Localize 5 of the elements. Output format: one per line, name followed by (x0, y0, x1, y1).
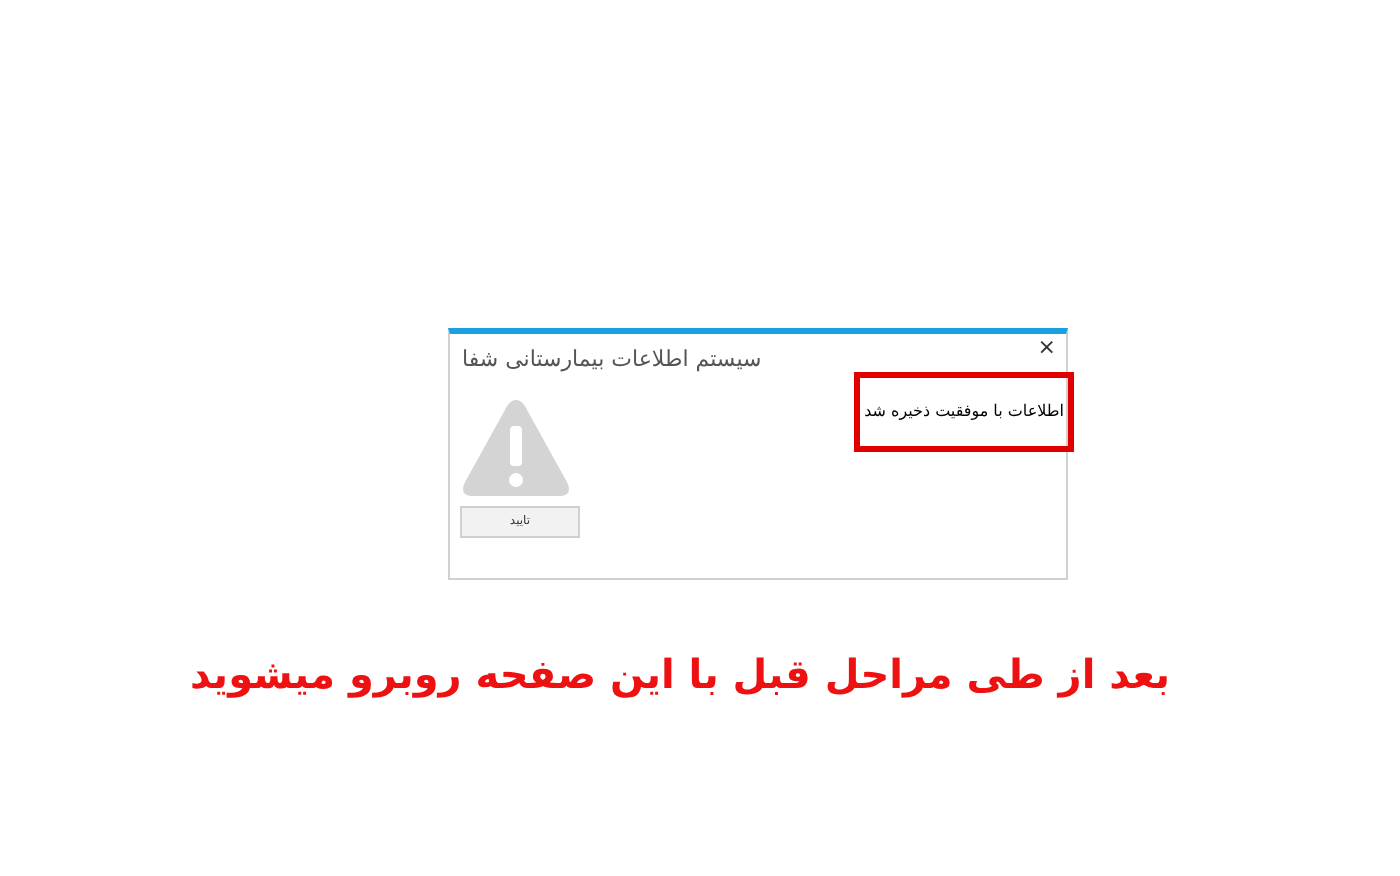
warning-icon (460, 395, 572, 499)
message-text: اطلاعات با موفقیت ذخیره شد (864, 399, 1064, 423)
dialog-title: سیستم اطلاعات بیمارستانی شفا (462, 344, 762, 376)
caption-text: بعد از طی مراحل قبل با این صفحه روبرو میشوید (190, 648, 1170, 702)
close-button[interactable]: × (1037, 336, 1056, 358)
